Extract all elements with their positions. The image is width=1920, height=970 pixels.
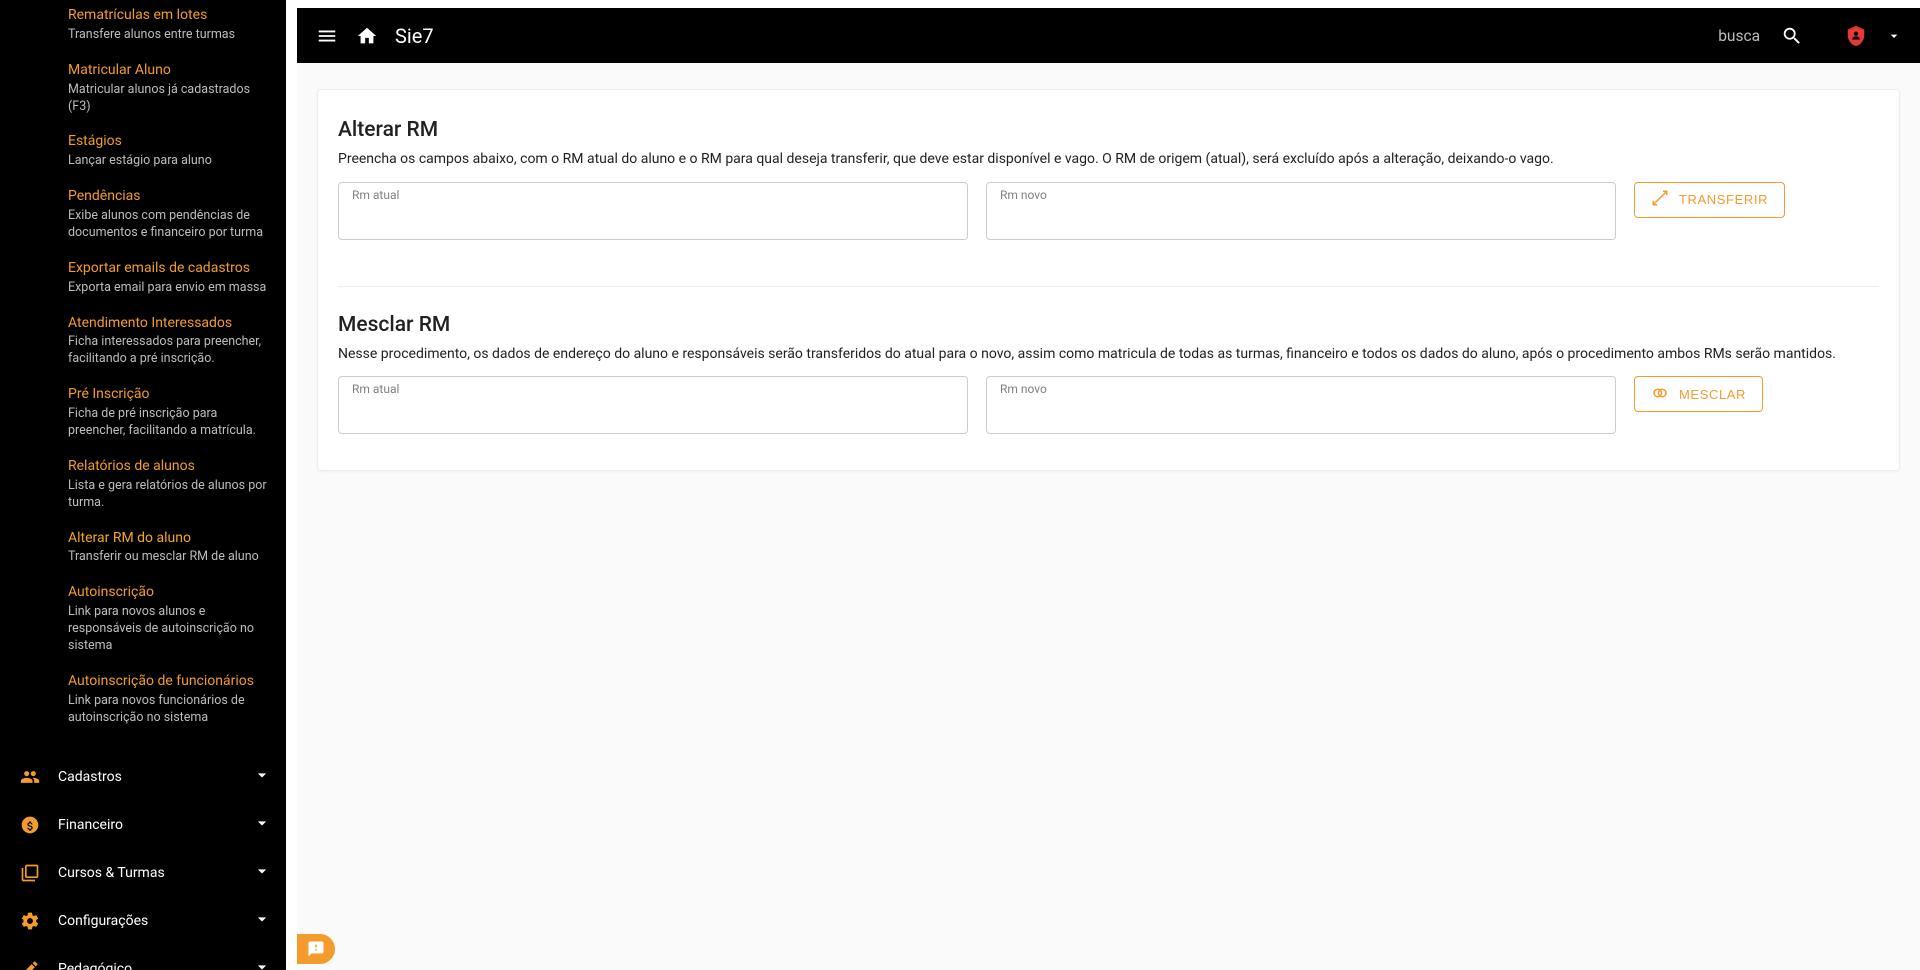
row: Rm atual Rm novo TRANSFERIR <box>338 182 1879 240</box>
sidebar-scroll[interactable]: Rematrículas em lotes Transfere alunos e… <box>0 0 286 970</box>
section-mesclar-rm: Mesclar RM Nesse procedimento, os dados … <box>338 313 1879 435</box>
rm-novo-input[interactable] <box>986 182 1616 240</box>
sidebar-item-sub: Lançar estágio para aluno <box>68 153 268 170</box>
chevron-down-icon <box>252 765 272 789</box>
row: Rm atual Rm novo MESCLAR <box>338 376 1879 434</box>
sidebar-item-autoinscricao[interactable]: Autoinscrição Link para novos alunos e r… <box>68 580 286 669</box>
rm-atual-input[interactable] <box>338 182 968 240</box>
menu-button[interactable] <box>309 18 345 54</box>
sidebar-item-title: Exportar emails de cadastros <box>68 259 268 278</box>
sidebar-item-matricular[interactable]: Matricular Aluno Matricular alunos já ca… <box>68 58 286 130</box>
sidebar-item-sub: Ficha de pré inscrição para preencher, f… <box>68 406 268 440</box>
sidebar-item-sub: Exibe alunos com pendências de documento… <box>68 208 268 242</box>
section-label: Cursos & Turmas <box>58 865 252 881</box>
sidebar-item-sub: Transfere alunos entre turmas <box>68 27 268 44</box>
sidebar-item-alterar-rm[interactable]: Alterar RM do aluno Transferir ou mescla… <box>68 526 286 581</box>
sidebar-item-title: Pendências <box>68 187 268 206</box>
book-icon <box>20 863 58 883</box>
account-menu-button[interactable] <box>1884 18 1904 54</box>
sidebar-sections: Cadastros Financeiro Cursos & Turmas <box>0 740 286 970</box>
transferir-button[interactable]: TRANSFERIR <box>1634 182 1785 218</box>
edit-icon <box>20 959 58 970</box>
section-label: Pedagógico <box>58 961 252 970</box>
search-placeholder[interactable]: busca <box>1718 27 1760 45</box>
section-desc: Nesse procedimento, os dados de endereço… <box>338 345 1879 365</box>
search-button[interactable] <box>1774 18 1810 54</box>
gear-icon <box>20 911 58 931</box>
merge-icon <box>1651 384 1669 405</box>
sidebar-item-title: Autoinscrição de funcionários <box>68 672 268 691</box>
chevron-down-icon <box>252 909 272 933</box>
topbar: Sie7 busca <box>297 8 1920 63</box>
sidebar-section-cursos[interactable]: Cursos & Turmas <box>0 849 286 897</box>
people-icon <box>20 767 58 787</box>
feedback-icon <box>307 940 325 958</box>
button-label: TRANSFERIR <box>1679 192 1768 207</box>
home-button[interactable] <box>349 18 385 54</box>
section-label: Configurações <box>58 913 252 929</box>
sidebar-items: Rematrículas em lotes Transfere alunos e… <box>0 0 286 740</box>
sidebar-item-title: Rematrículas em lotes <box>68 6 268 25</box>
sidebar-item-autoinscricao-func[interactable]: Autoinscrição de funcionários Link para … <box>68 669 286 741</box>
sidebar-item-title: Atendimento Interessados <box>68 314 268 333</box>
section-title: Mesclar RM <box>338 313 1879 337</box>
sidebar-item-title: Matricular Aluno <box>68 61 268 80</box>
field-rm-atual: Rm atual <box>338 182 968 240</box>
dollar-icon <box>20 815 58 835</box>
sidebar-item-title: Autoinscrição <box>68 583 268 602</box>
chevron-down-icon <box>252 861 272 885</box>
sidebar-item-estagios[interactable]: Estágios Lançar estágio para aluno <box>68 129 286 184</box>
feedback-button[interactable] <box>297 934 335 964</box>
sidebar-item-rematriculas[interactable]: Rematrículas em lotes Transfere alunos e… <box>68 2 286 58</box>
sidebar-item-atendimento[interactable]: Atendimento Interessados Ficha interessa… <box>68 311 286 383</box>
rm-novo-input[interactable] <box>986 376 1616 434</box>
sidebar-item-relatorios[interactable]: Relatórios de alunos Lista e gera relató… <box>68 454 286 526</box>
section-title: Alterar RM <box>338 118 1879 142</box>
sidebar: Rematrículas em lotes Transfere alunos e… <box>0 0 286 970</box>
sidebar-item-sub: Lista e gera relatórios de alunos por tu… <box>68 478 268 512</box>
sidebar-item-sub: Transferir ou mesclar RM de aluno <box>68 549 268 566</box>
sidebar-item-preinscricao[interactable]: Pré Inscrição Ficha de pré inscrição par… <box>68 382 286 454</box>
rm-atual-input[interactable] <box>338 376 968 434</box>
chevron-down-icon <box>252 813 272 837</box>
shield-icon[interactable] <box>1838 18 1874 54</box>
sidebar-section-pedagogico[interactable]: Pedagógico <box>0 945 286 970</box>
button-label: MESCLAR <box>1679 387 1746 402</box>
sidebar-section-config[interactable]: Configurações <box>0 897 286 945</box>
section-desc: Preencha os campos abaixo, com o RM atua… <box>338 150 1879 170</box>
sidebar-item-title: Alterar RM do aluno <box>68 529 268 548</box>
chevron-down-icon <box>252 957 272 970</box>
sidebar-section-cadastros[interactable]: Cadastros <box>0 753 286 801</box>
sidebar-item-title: Pré Inscrição <box>68 385 268 404</box>
field-rm-novo: Rm novo <box>986 182 1616 240</box>
divider <box>338 286 1879 287</box>
section-alterar-rm: Alterar RM Preencha os campos abaixo, co… <box>338 118 1879 240</box>
card: Alterar RM Preencha os campos abaixo, co… <box>317 89 1900 471</box>
section-label: Cadastros <box>58 769 252 785</box>
sidebar-item-sub: Ficha interessados para preencher, facil… <box>68 334 268 368</box>
sidebar-section-financeiro[interactable]: Financeiro <box>0 801 286 849</box>
mesclar-button[interactable]: MESCLAR <box>1634 376 1763 412</box>
sidebar-item-exportar[interactable]: Exportar emails de cadastros Exporta ema… <box>68 256 286 311</box>
main: Alterar RM Preencha os campos abaixo, co… <box>297 63 1920 970</box>
app-title: Sie7 <box>395 24 434 48</box>
field-rm-novo: Rm novo <box>986 376 1616 434</box>
field-rm-atual: Rm atual <box>338 376 968 434</box>
section-label: Financeiro <box>58 817 252 833</box>
sidebar-item-sub: Link para novos funcionários de autoinsc… <box>68 693 268 727</box>
sidebar-item-pendencias[interactable]: Pendências Exibe alunos com pendências d… <box>68 184 286 256</box>
sidebar-item-sub: Exporta email para envio em massa <box>68 280 268 297</box>
sidebar-item-sub: Link para novos alunos e responsáveis de… <box>68 604 268 655</box>
sidebar-item-sub: Matricular alunos já cadastrados (F3) <box>68 82 268 116</box>
sidebar-item-title: Estágios <box>68 132 268 151</box>
sidebar-item-title: Relatórios de alunos <box>68 457 268 476</box>
transfer-icon <box>1651 189 1669 210</box>
